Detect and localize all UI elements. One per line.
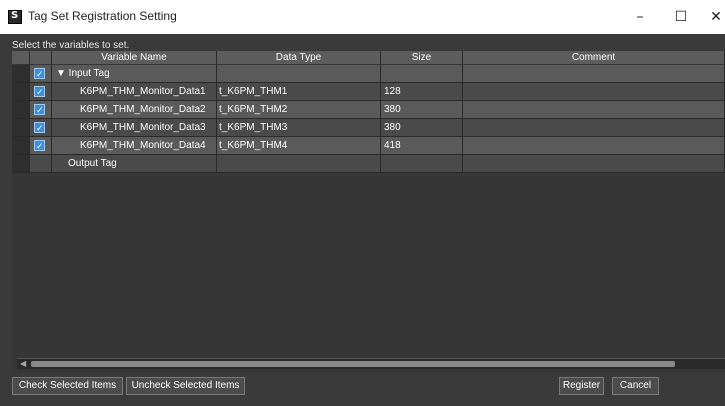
data-type-cell	[217, 155, 381, 173]
uncheck-selected-button[interactable]: Uncheck Selected Items	[126, 377, 245, 395]
comment-cell[interactable]	[463, 83, 725, 101]
header-checkbox-column	[30, 51, 52, 64]
table-row[interactable]: K6PM_THM_Monitor_Data4 t_K6PM_THM4 418	[12, 137, 725, 155]
checkbox-cell[interactable]	[30, 65, 52, 83]
scroll-left-icon[interactable]: ◀	[20, 359, 28, 369]
dialog-window: Tag Set Registration Setting – ☐ ✕ Selec…	[0, 0, 725, 406]
table-row[interactable]: K6PM_THM_Monitor_Data3 t_K6PM_THM3 380	[12, 119, 725, 137]
checkbox-cell[interactable]	[30, 119, 52, 137]
window-title: Tag Set Registration Setting	[28, 9, 177, 23]
instruction-text: Select the variables to set.	[12, 40, 130, 51]
header-row-selector	[12, 51, 30, 64]
variable-name-cell[interactable]: K6PM_THM_Monitor_Data3	[52, 119, 217, 137]
app-icon	[8, 10, 22, 24]
close-button[interactable]: ✕	[700, 0, 725, 34]
comment-cell[interactable]	[463, 101, 725, 119]
comment-cell[interactable]	[463, 65, 725, 83]
row-checkbox[interactable]	[34, 137, 45, 154]
data-type-cell[interactable]: t_K6PM_THM4	[217, 137, 381, 155]
cancel-button[interactable]: Cancel	[612, 377, 659, 395]
table-row[interactable]: K6PM_THM_Monitor_Data2 t_K6PM_THM2 380	[12, 101, 725, 119]
header-data-type[interactable]: Data Type	[217, 51, 381, 64]
row-selector[interactable]	[12, 155, 30, 173]
table-row[interactable]: K6PM_THM_Monitor_Data1 t_K6PM_THM1 128	[12, 83, 725, 101]
header-comment[interactable]: Comment	[463, 51, 725, 64]
variable-name-cell[interactable]: K6PM_THM_Monitor_Data2	[52, 101, 217, 119]
group-row-input[interactable]: ▼ Input Tag	[12, 65, 725, 83]
variable-name-cell[interactable]: K6PM_THM_Monitor_Data4	[52, 137, 217, 155]
size-cell[interactable]: 380	[381, 101, 463, 119]
checkbox-cell[interactable]	[30, 83, 52, 101]
group-row-output[interactable]: Output Tag	[12, 155, 725, 173]
row-checkbox[interactable]	[34, 83, 45, 100]
maximize-button[interactable]: ☐	[665, 0, 697, 34]
scrollbar-thumb[interactable]	[31, 361, 675, 367]
group-checkbox[interactable]	[34, 65, 45, 82]
minimize-button[interactable]: –	[624, 0, 656, 34]
checkbox-cell[interactable]	[30, 101, 52, 119]
row-selector[interactable]	[12, 65, 30, 83]
row-checkbox[interactable]	[34, 101, 45, 118]
group-label[interactable]: Output Tag	[52, 155, 217, 173]
header-variable-name[interactable]: Variable Name	[52, 51, 217, 64]
checkbox-cell	[30, 155, 52, 173]
size-cell[interactable]: 380	[381, 119, 463, 137]
data-type-cell[interactable]: t_K6PM_THM1	[217, 83, 381, 101]
data-type-cell[interactable]: t_K6PM_THM3	[217, 119, 381, 137]
row-selector[interactable]	[12, 119, 30, 137]
data-type-cell[interactable]: t_K6PM_THM2	[217, 101, 381, 119]
row-selector[interactable]	[12, 83, 30, 101]
variable-grid: Variable Name Data Type Size Comment ▼ I…	[12, 51, 725, 373]
size-cell	[381, 155, 463, 173]
comment-cell[interactable]	[463, 119, 725, 137]
size-cell[interactable]: 418	[381, 137, 463, 155]
size-cell	[381, 65, 463, 83]
size-cell[interactable]: 128	[381, 83, 463, 101]
comment-cell[interactable]	[463, 137, 725, 155]
check-selected-button[interactable]: Check Selected Items	[12, 377, 123, 395]
register-button[interactable]: Register	[559, 377, 604, 395]
data-type-cell	[217, 65, 381, 83]
comment-cell[interactable]	[463, 155, 725, 173]
row-selector[interactable]	[12, 101, 30, 119]
group-label[interactable]: ▼ Input Tag	[52, 65, 217, 83]
header-size[interactable]: Size	[381, 51, 463, 64]
title-bar: Tag Set Registration Setting – ☐ ✕	[0, 0, 725, 34]
checkbox-cell[interactable]	[30, 137, 52, 155]
row-checkbox[interactable]	[34, 119, 45, 136]
grid-header: Variable Name Data Type Size Comment	[12, 51, 725, 64]
horizontal-scrollbar[interactable]: ◀	[17, 358, 725, 369]
row-selector[interactable]	[12, 137, 30, 155]
variable-name-cell[interactable]: K6PM_THM_Monitor_Data1	[52, 83, 217, 101]
